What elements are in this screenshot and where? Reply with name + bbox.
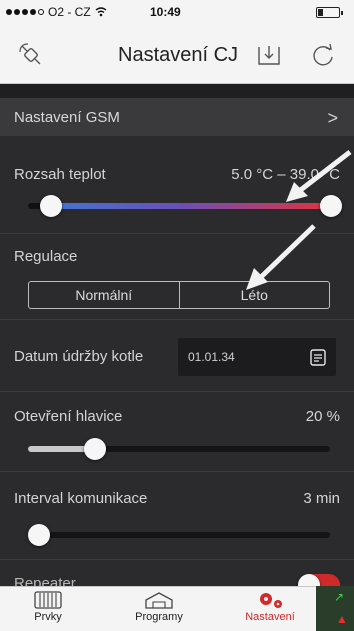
valve-opening-value: 20 % [305,408,340,425]
valve-opening-row: Otevření hlavice 20 % [0,392,354,472]
refresh-icon[interactable] [310,42,336,68]
repeater-toggle-knob [298,574,320,586]
satellite-icon[interactable] [18,42,44,68]
temperature-min-knob[interactable] [40,195,62,217]
temperature-range-label: Rozsah teplot [14,166,106,183]
wifi-icon [95,7,107,17]
status-time: 10:49 [150,5,181,19]
gears-icon [260,593,282,608]
valve-opening-knob[interactable] [84,438,106,460]
repeater-toggle[interactable] [298,574,340,586]
regulation-option-normal[interactable]: Normální [29,282,179,308]
regulation-label: Regulace [14,248,78,265]
page-title: Nastavení CJ [118,44,239,66]
communication-interval-row: Interval komunikace 3 min [0,472,354,560]
chevron-right-icon: > [327,108,338,128]
annotation-arrow-bottom [246,224,316,290]
tab-elements-label: Prvky [34,611,62,623]
signal-icon: ↗ [334,590,345,604]
boiler-maintenance-label: Datum údržby kotle [14,348,144,365]
valve-opening-label: Otevření hlavice [14,408,123,425]
carrier-name: O2 - CZ [48,5,91,19]
tab-elements[interactable]: Prvky [20,587,76,631]
signal-dots [6,9,44,15]
status-side-strip: ↗ ▲ [316,586,354,631]
carrier-info: O2 - CZ [6,5,107,19]
communication-interval-knob[interactable] [28,524,50,546]
nav-bar: Nastavení CJ [0,24,354,84]
tab-settings[interactable]: Nastavení [235,587,305,631]
gsm-settings-row[interactable]: Nastavení GSM > [0,98,354,136]
boiler-maintenance-date: 01.01.34 [188,350,235,364]
boiler-maintenance-row: Datum údržby kotle 01.01.34 [0,320,354,392]
download-icon[interactable] [256,42,282,68]
repeater-row: Repeater [0,560,354,586]
status-bar: O2 - CZ 10:49 [0,0,354,24]
gsm-settings-label: Nastavení GSM [14,109,120,126]
boiler-maintenance-date-field[interactable]: 01.01.34 [178,338,336,376]
house-icon [145,592,173,609]
flame-icon: ▲ [336,612,348,626]
repeater-label: Repeater [14,575,76,586]
radiator-icon [34,591,62,609]
tab-programs[interactable]: Programy [128,587,190,631]
calendar-icon[interactable] [310,348,326,366]
tab-bar: Prvky Programy Nastavení [0,586,354,631]
communication-interval-track[interactable] [28,532,330,538]
tab-settings-label: Nastavení [245,611,295,623]
section-gap [0,84,354,98]
communication-interval-label: Interval komunikace [14,490,148,507]
battery-icon [316,7,343,18]
annotation-arrow-top [286,150,352,202]
communication-interval-value: 3 min [303,490,340,507]
tab-programs-label: Programy [135,611,183,623]
